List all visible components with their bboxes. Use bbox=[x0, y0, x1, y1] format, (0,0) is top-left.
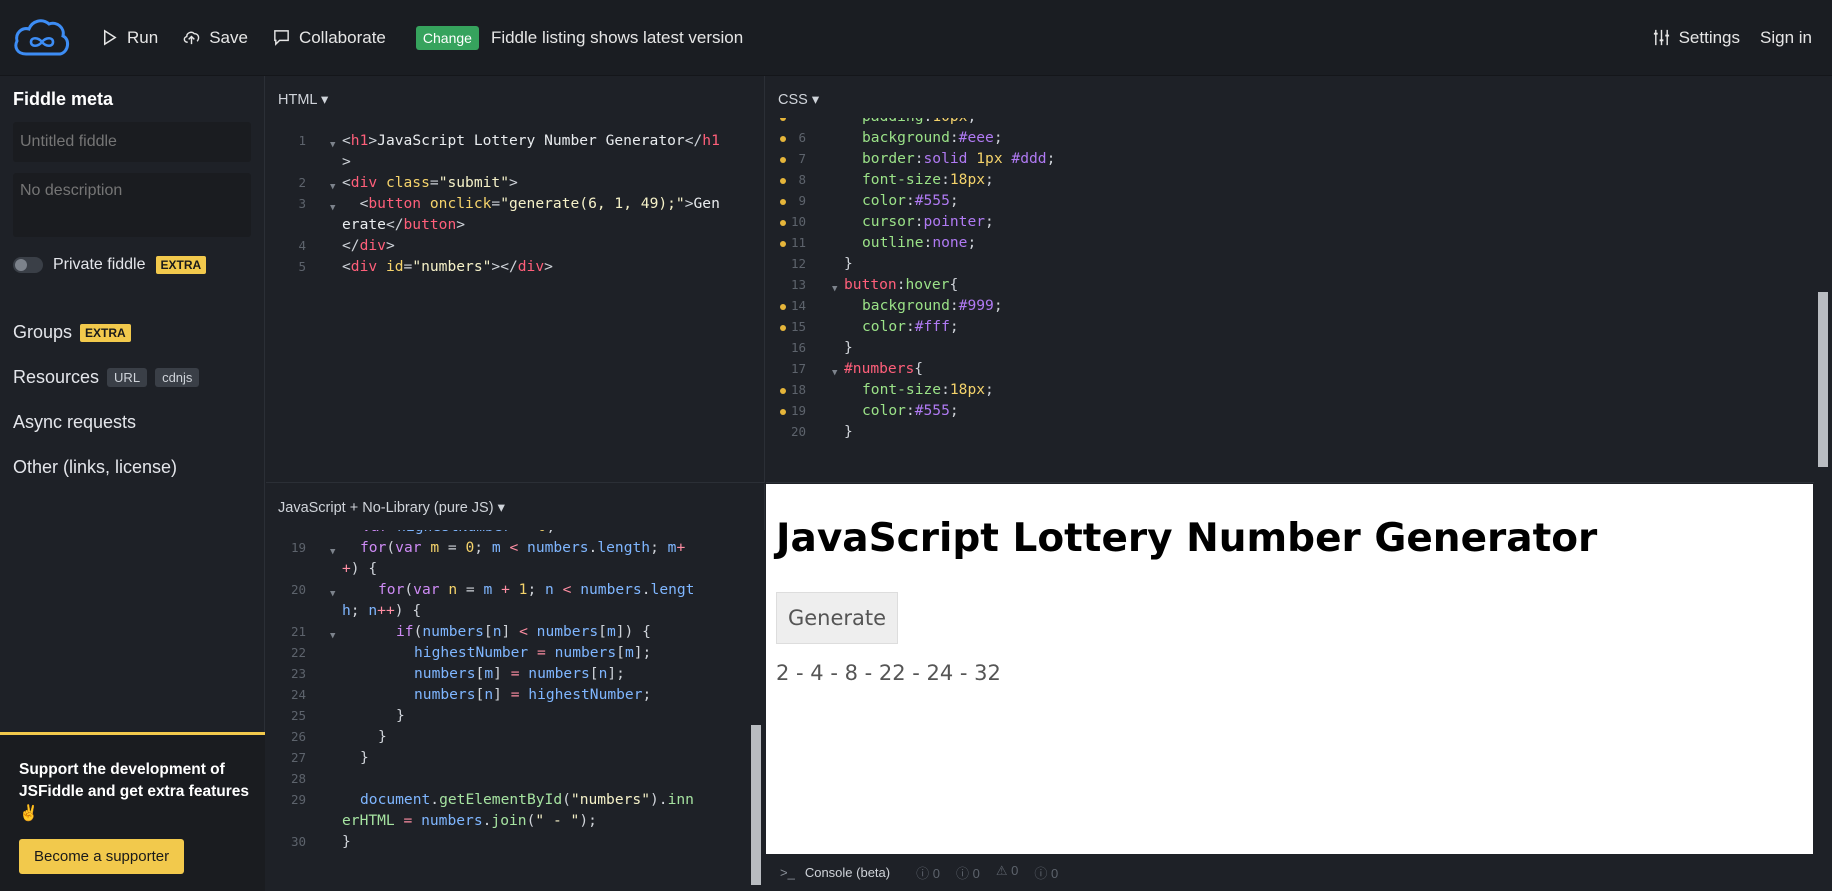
html-panel-title: HTML bbox=[278, 92, 317, 108]
cdnjs-tag[interactable]: cdnjs bbox=[155, 368, 200, 387]
version-message: Fiddle listing shows latest version bbox=[490, 27, 744, 47]
save-label: Save bbox=[209, 27, 248, 47]
become-supporter-button[interactable]: Become a supporter bbox=[19, 839, 185, 874]
jsfiddle-logo[interactable] bbox=[12, 16, 72, 60]
css-panel-title: CSS bbox=[778, 92, 808, 108]
sidebar: Fiddle meta Private fiddle EXTRA Groups … bbox=[0, 76, 265, 891]
sidebar-item-groups[interactable]: Groups EXTRA bbox=[13, 322, 131, 343]
extra-badge: EXTRA bbox=[155, 256, 207, 274]
support-box: Support the development of JSFiddle and … bbox=[0, 732, 265, 891]
console-label: Console (beta) bbox=[804, 865, 891, 880]
collaborate-button[interactable]: Collaborate bbox=[272, 28, 386, 48]
other-label: Other (links, license) bbox=[13, 457, 178, 477]
fiddle-name-input[interactable] bbox=[13, 122, 251, 162]
js-editor[interactable]: var highestNumber = 0; 19▼ for(var m = 0… bbox=[266, 530, 746, 890]
private-fiddle-row[interactable]: Private fiddle EXTRA bbox=[13, 256, 207, 274]
info-count: ⓘ 0 bbox=[916, 866, 940, 881]
html-editor[interactable]: 1 ▼ <h1>JavaScript Lottery Number Generat… bbox=[266, 130, 765, 470]
result-numbers: 2 - 4 - 8 - 22 - 24 - 32 bbox=[776, 661, 1001, 685]
css-panel: CSS ▾ padding:10px; 6 background:#eee; 7… bbox=[766, 76, 1832, 483]
fiddle-description-input[interactable] bbox=[13, 173, 251, 237]
top-bar: Run Save Collaborate Change Fiddle listi… bbox=[0, 0, 1832, 76]
console-bar[interactable]: >_ Console (beta) ⓘ 0 ⓘ 0 ⚠ 0 ⓘ 0 bbox=[766, 854, 1813, 891]
error-count: ⓘ 0 bbox=[1034, 866, 1059, 881]
play-icon bbox=[103, 29, 117, 46]
private-toggle[interactable] bbox=[13, 257, 43, 273]
cloud-upload-icon bbox=[183, 31, 200, 45]
css-scroll-thumb[interactable] bbox=[1818, 292, 1828, 467]
groups-label: Groups bbox=[13, 322, 73, 342]
save-button[interactable]: Save bbox=[182, 28, 248, 48]
sidebar-title: Fiddle meta bbox=[13, 89, 114, 109]
sign-in-button[interactable]: Sign in bbox=[1760, 28, 1812, 48]
warn-count: ⚠ 0 bbox=[995, 863, 1019, 878]
settings-label: Settings bbox=[1678, 27, 1741, 47]
support-text: Support the development of JSFiddle and … bbox=[19, 761, 249, 822]
async-label: Async requests bbox=[13, 412, 137, 432]
settings-button[interactable]: Settings bbox=[1652, 28, 1740, 48]
log-count: ⓘ 0 bbox=[955, 866, 980, 881]
sliders-icon bbox=[1653, 29, 1669, 46]
generate-button[interactable]: Generate bbox=[776, 592, 898, 644]
sidebar-item-resources[interactable]: Resources URL cdnjs bbox=[13, 367, 200, 388]
run-button[interactable]: Run bbox=[100, 28, 158, 48]
js-panel-title: JavaScript + No-Library (pure JS) bbox=[278, 500, 494, 516]
result-panel: JavaScript Lottery Number Generator Gene… bbox=[766, 484, 1813, 854]
topbar-right: Settings Sign in bbox=[1652, 28, 1832, 48]
sidebar-item-async[interactable]: Async requests bbox=[13, 412, 136, 433]
js-panel-header[interactable]: JavaScript + No-Library (pure JS) ▾ bbox=[278, 500, 505, 516]
resources-label: Resources bbox=[13, 367, 100, 387]
js-scrollbar[interactable] bbox=[747, 530, 765, 891]
css-panel-header[interactable]: CSS ▾ bbox=[778, 92, 819, 108]
js-scroll-thumb[interactable] bbox=[751, 725, 761, 885]
change-button[interactable]: Change bbox=[415, 25, 479, 50]
js-panel: JavaScript + No-Library (pure JS) ▾ var … bbox=[266, 484, 765, 891]
console-counts: ⓘ 0 ⓘ 0 ⚠ 0 ⓘ 0 bbox=[916, 863, 1058, 882]
sign-in-label: Sign in bbox=[1760, 27, 1812, 47]
css-editor[interactable]: padding:10px; 6 background:#eee; 7 borde… bbox=[766, 118, 1806, 478]
terminal-icon: >_ bbox=[780, 865, 795, 880]
url-tag[interactable]: URL bbox=[107, 368, 148, 387]
html-panel-header[interactable]: HTML ▾ bbox=[278, 92, 328, 108]
private-label: Private fiddle bbox=[53, 256, 146, 273]
extra-badge: EXTRA bbox=[80, 323, 131, 342]
result-heading: JavaScript Lottery Number Generator bbox=[776, 516, 1598, 561]
run-label: Run bbox=[127, 27, 159, 47]
chat-icon bbox=[274, 30, 289, 46]
css-scrollbar[interactable] bbox=[1814, 126, 1832, 483]
result-scrollbar[interactable] bbox=[1813, 484, 1832, 891]
collaborate-label: Collaborate bbox=[298, 27, 386, 47]
html-panel: HTML ▾ 1 ▼ <h1>JavaScript Lottery Number … bbox=[266, 76, 765, 483]
sidebar-item-other[interactable]: Other (links, license) bbox=[13, 457, 177, 478]
